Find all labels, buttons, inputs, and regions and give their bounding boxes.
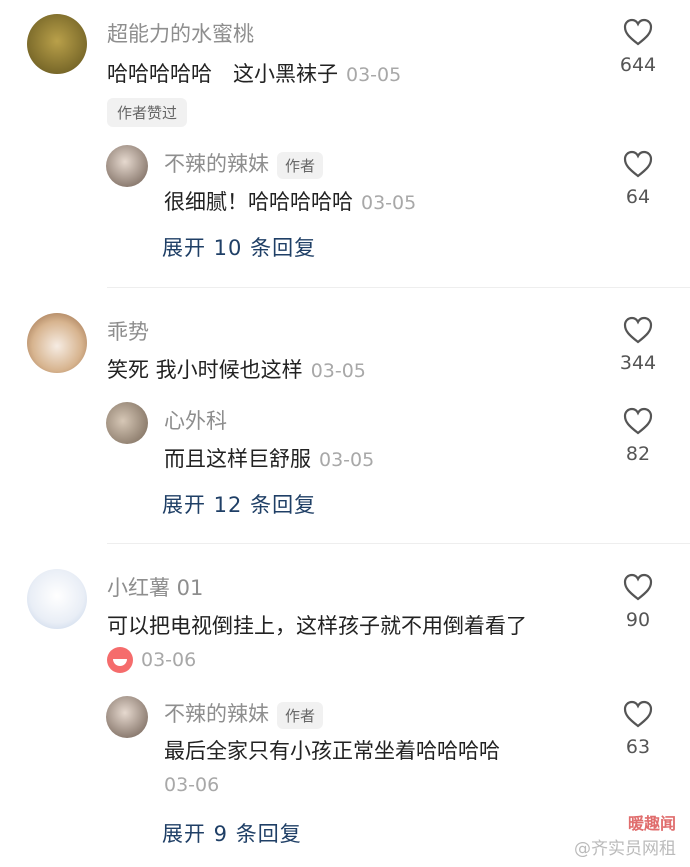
comment-time: 03-06 (141, 648, 197, 671)
like-count: 64 (625, 186, 651, 208)
like-count: 90 (625, 609, 651, 631)
like-button[interactable]: 644 (608, 18, 668, 76)
comment-time: 03-05 (346, 64, 402, 86)
reply-username-text: 不辣的辣妹 (164, 702, 269, 726)
comment-body: 笑死 我小时候也这样 (107, 358, 303, 382)
reply-username-text: 不辣的辣妹 (164, 152, 269, 176)
comment-username[interactable]: 超能力的水蜜桃 (107, 18, 254, 48)
reply-username[interactable]: 不辣的辣妹 作者 (164, 148, 324, 179)
avatar[interactable] (27, 14, 87, 74)
reply-text: 而且这样巨舒服 03-05 (164, 443, 374, 473)
comment-body: 哈哈哈哈哈 这小黑袜子 (107, 62, 338, 86)
expand-replies-button[interactable]: 展开 12 条回复 (162, 489, 316, 519)
reply-body: 最后全家只有小孩正常坐着哈哈哈哈 (164, 739, 500, 763)
comment-text: 哈哈哈哈哈 这小黑袜子 03-05 (107, 58, 401, 88)
reply-body: 很细腻！哈哈哈哈哈 (164, 190, 353, 214)
reply-body: 而且这样巨舒服 (164, 447, 311, 471)
reply-like-button[interactable]: 63 (608, 700, 668, 758)
divider (107, 287, 690, 288)
reply-username[interactable]: 心外科 (164, 405, 227, 435)
comment-username[interactable]: 小红薯 01 (107, 572, 203, 602)
comment-text: 可以把电视倒挂上，这样孩子就不用倒着看了 (107, 614, 527, 638)
like-count: 344 (619, 352, 657, 374)
reply-time: 03-05 (319, 449, 375, 471)
reply-like-button[interactable]: 82 (608, 407, 668, 465)
laughing-face-icon (107, 647, 133, 673)
like-count: 644 (619, 54, 657, 76)
reply-time: 03-06 (164, 774, 220, 796)
avatar[interactable] (27, 313, 87, 373)
divider (107, 543, 690, 544)
heart-outline-icon (623, 700, 653, 728)
reply-avatar[interactable] (106, 145, 148, 187)
heart-outline-icon (623, 573, 653, 601)
comment-time-line: 03-06 (107, 647, 196, 673)
like-button[interactable]: 90 (608, 573, 668, 631)
avatar[interactable] (27, 569, 87, 629)
reply-username[interactable]: 不辣的辣妹 作者 (164, 698, 324, 729)
heart-outline-icon (623, 18, 653, 46)
reply-time: 03-05 (361, 192, 417, 214)
like-count: 63 (625, 736, 651, 758)
reply-avatar[interactable] (106, 696, 148, 738)
watermark: 暖趣闻 @齐实员网租 (574, 810, 676, 859)
reply-avatar[interactable] (106, 402, 148, 444)
watermark-logo: 暖趣闻 (627, 814, 676, 833)
reply-text: 很细腻！哈哈哈哈哈 03-05 (164, 186, 416, 216)
author-liked-badge: 作者赞过 (107, 98, 188, 127)
comment-time: 03-05 (310, 360, 366, 382)
like-count: 82 (625, 443, 651, 465)
expand-replies-button[interactable]: 展开 10 条回复 (162, 232, 316, 262)
like-button[interactable]: 344 (608, 316, 668, 374)
author-tag: 作者 (277, 701, 324, 729)
heart-outline-icon (623, 407, 653, 435)
expand-replies-button[interactable]: 展开 9 条回复 (162, 818, 302, 848)
comment-text: 笑死 我小时候也这样 03-05 (107, 354, 366, 384)
author-tag: 作者 (277, 151, 324, 179)
watermark-text: @齐实员网租 (574, 839, 676, 859)
heart-outline-icon (623, 316, 653, 344)
reply-like-button[interactable]: 64 (608, 150, 668, 208)
heart-outline-icon (623, 150, 653, 178)
comment-username[interactable]: 乖势 (107, 316, 149, 346)
